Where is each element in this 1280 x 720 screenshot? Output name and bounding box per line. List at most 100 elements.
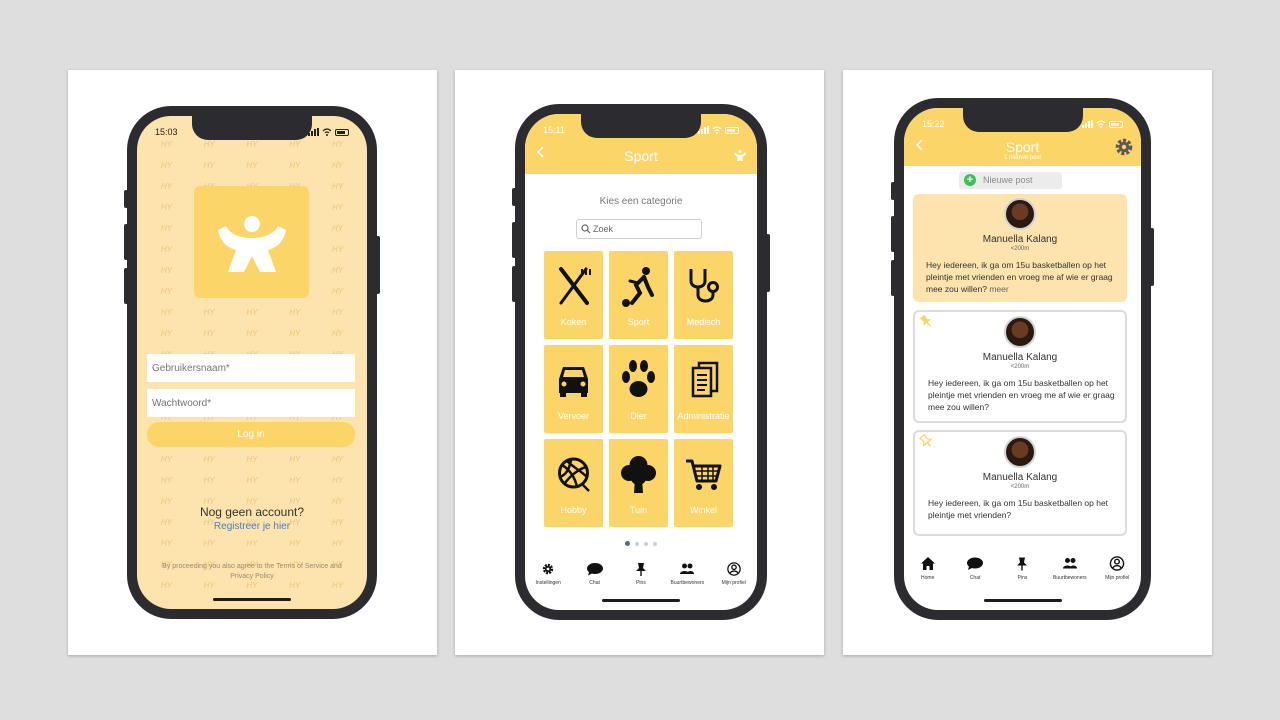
tab-home[interactable]: Home: [906, 556, 950, 581]
shopping-cart-icon: [686, 459, 722, 490]
chat-icon: [586, 563, 603, 576]
post-card[interactable]: Manuella Kalang <200m Hey iedereen, ik g…: [913, 194, 1127, 302]
tab-mijn-profiel[interactable]: Mijn profiel: [712, 562, 756, 586]
pin-icon: [919, 314, 932, 327]
password-input[interactable]: [147, 389, 355, 417]
read-more-link[interactable]: meer: [989, 284, 1008, 294]
wifi-icon: [322, 128, 332, 136]
status-time: 15:22: [922, 119, 945, 129]
post-card[interactable]: Manuella Kalang <200m Hey iedereen, ik g…: [913, 310, 1127, 423]
category-label: Sport: [627, 317, 650, 327]
choose-category-label: Kies een categorie: [599, 196, 683, 207]
tab-chat[interactable]: Chat: [953, 556, 997, 581]
tab-pins[interactable]: Pins: [619, 562, 663, 586]
tab-bar: Instellingen Chat Pins Buurtbewoners Mij…: [525, 562, 757, 586]
status-bar: 15:22: [922, 117, 1123, 131]
yarn-ball-icon: [558, 457, 590, 492]
category-tile-koken[interactable]: Koken: [544, 251, 603, 339]
battery-icon: [725, 126, 739, 134]
app-logo-small-icon: [734, 149, 746, 161]
paw-icon: [622, 360, 655, 397]
category-label: Dier: [630, 411, 647, 421]
page-subtitle: 1 nieuwe post: [1003, 155, 1042, 161]
search-placeholder: Zoek: [593, 224, 614, 234]
tab-instellingen[interactable]: Instellingen: [526, 562, 570, 586]
settings-button[interactable]: [1114, 137, 1134, 162]
tab-pins[interactable]: Pins: [1000, 556, 1044, 581]
fork-knife-icon: [559, 267, 591, 305]
feed-screen: 15:22 Sport 1 nieuwe post + Nieuwe post: [904, 108, 1141, 610]
category-tile-medisch[interactable]: Medisch: [674, 251, 733, 339]
pin-icon: [635, 563, 646, 576]
tab-chat[interactable]: Chat: [573, 562, 617, 586]
tab-buurtbewoners[interactable]: Buurtbewoners: [1048, 556, 1092, 581]
no-account-text: Nog geen account?: [199, 505, 305, 519]
new-post-button[interactable]: + Nieuwe post: [959, 172, 1062, 189]
status-time: 15:03: [155, 127, 178, 137]
category-screen-card: 15:11 Sport Kies een categorie Zoek Koke…: [455, 70, 824, 655]
category-tile-winkel[interactable]: Winkel: [674, 439, 733, 527]
profile-icon: [726, 562, 741, 576]
category-label: Vervoer: [557, 411, 590, 421]
app-logo-button[interactable]: [733, 148, 747, 167]
home-indicator[interactable]: [602, 599, 680, 602]
avatar[interactable]: [1004, 316, 1036, 348]
page-indicator[interactable]: [525, 541, 757, 546]
feed-screen-card: 15:22 Sport 1 nieuwe post + Nieuwe post: [843, 70, 1212, 655]
category-tile-tuin[interactable]: Tuin: [609, 439, 668, 527]
page-title: Sport: [624, 148, 658, 164]
terms-text: By proceeding you also agree to the Term…: [162, 563, 342, 580]
post-card[interactable]: Manuella Kalang <200m Hey iedereen, ik g…: [913, 430, 1127, 536]
tab-bar: Home Chat Pins Buurtbewoners Mijn profie…: [904, 556, 1141, 581]
chat-icon: [967, 557, 984, 570]
tree-icon: [621, 456, 656, 493]
phone-frame: 15:11 Sport Kies een categorie Zoek Koke…: [512, 104, 770, 620]
stethoscope-icon: [689, 269, 719, 303]
username-input[interactable]: [147, 354, 355, 382]
avatar[interactable]: [1004, 198, 1036, 230]
home-icon: [920, 557, 935, 570]
category-tile-vervoer[interactable]: Vervoer: [544, 345, 603, 433]
post-distance: <200m: [1010, 364, 1030, 370]
category-tile-dier[interactable]: Dier: [609, 345, 668, 433]
category-label: Administratie: [677, 411, 730, 421]
soccer-player-icon: [622, 267, 654, 307]
post-text: Hey iedereen, ik ga om 15u basketballen …: [928, 498, 1109, 520]
category-grid: Koken Sport Medisch Vervoer Dier Adminis…: [544, 251, 733, 527]
avatar[interactable]: [1004, 436, 1036, 468]
profile-icon: [1109, 556, 1125, 571]
documents-icon: [691, 361, 719, 398]
category-label: Medisch: [686, 317, 721, 327]
tab-buurtbewoners[interactable]: Buurtbewoners: [665, 562, 709, 586]
search-input[interactable]: Zoek: [576, 219, 702, 239]
battery-icon: [335, 128, 349, 136]
category-tile-hobby[interactable]: Hobby: [544, 439, 603, 527]
category-label: Koken: [560, 317, 587, 327]
people-icon: [1062, 558, 1077, 569]
signal-icon: [1082, 120, 1093, 128]
gear-icon: [542, 563, 554, 575]
category-tile-sport[interactable]: Sport: [609, 251, 668, 339]
signal-icon: [308, 128, 319, 136]
wifi-icon: [712, 126, 722, 134]
category-tile-administratie[interactable]: Administratie: [674, 345, 733, 433]
people-icon: [680, 563, 695, 574]
app-logo: [194, 186, 309, 298]
phone-frame: 15:22 Sport 1 nieuwe post + Nieuwe post: [891, 98, 1154, 620]
login-button[interactable]: Log in: [147, 422, 355, 447]
status-bar: 15:03: [155, 125, 349, 139]
login-screen-card: 15:03 HY HY HY HY HY HY HY HY HY HY HY HY HY HY HY H…: [68, 70, 437, 655]
phone-frame: 15:03 HY HY HY HY HY HY HY HY HY HY HY HY HY HY HY H…: [124, 106, 380, 619]
register-link[interactable]: Registreer je hier: [137, 521, 367, 532]
page-title: Sport: [1005, 139, 1040, 155]
pin-icon: [1017, 557, 1028, 571]
home-indicator[interactable]: [983, 599, 1062, 602]
post-distance: <200m: [1010, 484, 1030, 490]
gear-icon: [1115, 138, 1133, 156]
tab-mijn-profiel[interactable]: Mijn profiel: [1095, 556, 1139, 581]
category-screen: 15:11 Sport Kies een categorie Zoek Koke…: [525, 114, 757, 610]
wifi-icon: [1096, 120, 1106, 128]
post-author: Manuella Kalang: [982, 352, 1058, 363]
home-indicator[interactable]: [213, 598, 291, 601]
category-label: Tuin: [629, 505, 648, 515]
